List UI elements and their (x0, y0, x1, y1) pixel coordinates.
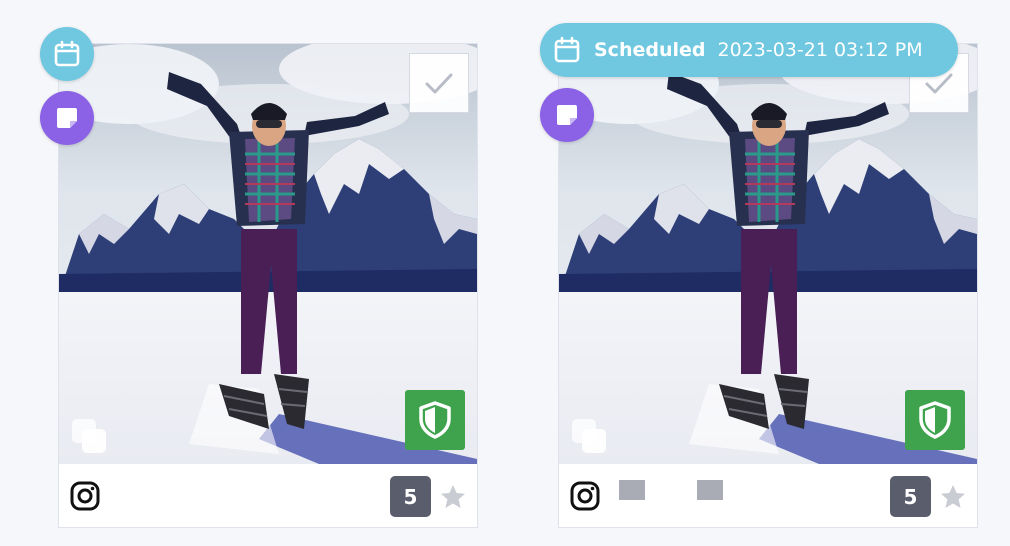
note-button[interactable] (540, 88, 594, 142)
approved-badge[interactable] (905, 390, 965, 450)
multi-media-icon (71, 418, 109, 456)
scheduled-datetime: 2023-03-21 03:12 PM (717, 39, 923, 61)
media-card[interactable]: 5 (58, 43, 478, 528)
approved-badge[interactable] (405, 390, 465, 450)
scheduled-pill[interactable]: Scheduled 2023-03-21 03:12 PM (540, 23, 958, 77)
checkmark-icon (425, 73, 453, 94)
select-checkbox[interactable] (409, 53, 469, 113)
calendar-icon (54, 40, 80, 67)
shield-icon (919, 401, 951, 439)
schedule-button[interactable] (40, 27, 94, 81)
redacted-text-block (697, 480, 723, 500)
instagram-icon (570, 481, 600, 511)
score-badge: 5 (390, 476, 431, 517)
multi-media-icon (571, 418, 609, 456)
score-badge: 5 (890, 476, 931, 517)
calendar-icon (554, 36, 580, 63)
instagram-icon (70, 481, 100, 511)
note-button[interactable] (40, 91, 94, 145)
note-icon (57, 108, 77, 128)
shield-icon (419, 401, 451, 439)
card-footer: 5 (559, 464, 977, 527)
star-icon[interactable] (939, 483, 967, 511)
redacted-text-block (619, 480, 645, 500)
star-icon[interactable] (439, 483, 467, 511)
scheduled-status-label: Scheduled (594, 39, 706, 61)
media-card[interactable]: 5 (558, 43, 978, 528)
note-icon (557, 105, 577, 125)
card-footer: 5 (59, 464, 477, 527)
